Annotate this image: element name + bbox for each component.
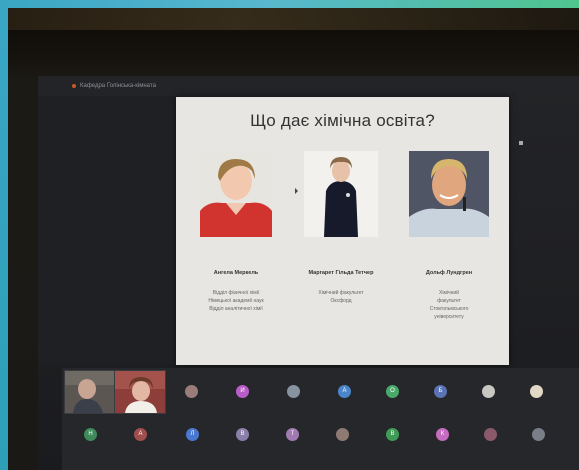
- person-2-line-2: Оксфорд: [330, 298, 352, 304]
- portrait-photo-3: [409, 151, 489, 237]
- portrait-photo-2: [304, 151, 378, 237]
- participant-avatar-r2-4[interactable]: В: [236, 428, 249, 441]
- presentation-slide: Що дає хімічна освіта? Ангела Меркель Ві…: [176, 97, 509, 365]
- person-1-line-3: Відділ аналітичної хімії: [209, 306, 263, 312]
- participant-avatar-r2-5[interactable]: Т: [286, 428, 299, 441]
- person-desc-1: Відділ фізичної хімії Німецької академії…: [181, 289, 291, 313]
- person-1-line-2: Німецької академії наук: [208, 298, 264, 304]
- participant-avatar-r1-6[interactable]: Б: [434, 385, 447, 398]
- participant-avatar-r1-3[interactable]: [287, 385, 300, 398]
- person-name-1: Ангела Меркель: [213, 270, 259, 276]
- slide-title: Що дає хімічна освіта?: [250, 111, 435, 130]
- person-name-2: Маргарет Гільда Тетчер: [308, 270, 374, 276]
- screen-frame-top: [0, 0, 579, 8]
- participant-avatar-r1-8[interactable]: [530, 385, 543, 398]
- participant-avatar-r1-2[interactable]: И: [236, 385, 249, 398]
- person-3-line-3: Стокгольмського: [429, 306, 469, 312]
- participant-avatar-r2-9[interactable]: [484, 428, 497, 441]
- scroll-indicator: [519, 141, 523, 145]
- mouse-cursor-icon: [295, 188, 298, 194]
- screen-frame-left: [0, 0, 8, 470]
- person-desc-2: Хімічний факультет Оксфорд: [286, 289, 396, 305]
- participant-avatar-r1-4[interactable]: А: [338, 385, 351, 398]
- participant-video-2[interactable]: [114, 370, 166, 414]
- portrait-photo-1: [200, 151, 272, 237]
- app-icon: [72, 84, 76, 88]
- participant-avatar-r2-2[interactable]: А: [134, 428, 147, 441]
- participant-avatar-r1-7[interactable]: [482, 385, 495, 398]
- participant-avatar-r2-3[interactable]: Л: [186, 428, 199, 441]
- person-1-line-1: Відділ фізичної хімії: [212, 290, 260, 296]
- person-desc-3: Хімічний факультет Стокгольмського уніве…: [394, 289, 504, 321]
- presenter-panel: [38, 96, 176, 364]
- participant-avatar-r1-1[interactable]: [185, 385, 198, 398]
- participant-video-1[interactable]: [64, 370, 116, 414]
- wall-strip: [8, 8, 579, 30]
- person-3-line-2: факультет: [437, 298, 461, 304]
- participant-avatar-r2-7[interactable]: В: [386, 428, 399, 441]
- person-3-line-1: Хімічний: [439, 290, 459, 296]
- person-name-3: Дольф Лундгрен: [425, 270, 473, 276]
- participant-avatar-r2-8[interactable]: К: [436, 428, 449, 441]
- participant-avatar-r2-1[interactable]: Н: [84, 428, 97, 441]
- person-3-line-4: університету: [434, 314, 464, 320]
- window-title: Кафедра Голінська-кімнатa: [80, 83, 156, 89]
- person-2-line-1: Хімічний факультет: [318, 290, 364, 296]
- participant-avatar-r1-5[interactable]: О: [386, 385, 399, 398]
- participant-avatar-r2-6[interactable]: [336, 428, 349, 441]
- participant-avatar-r2-10[interactable]: [532, 428, 545, 441]
